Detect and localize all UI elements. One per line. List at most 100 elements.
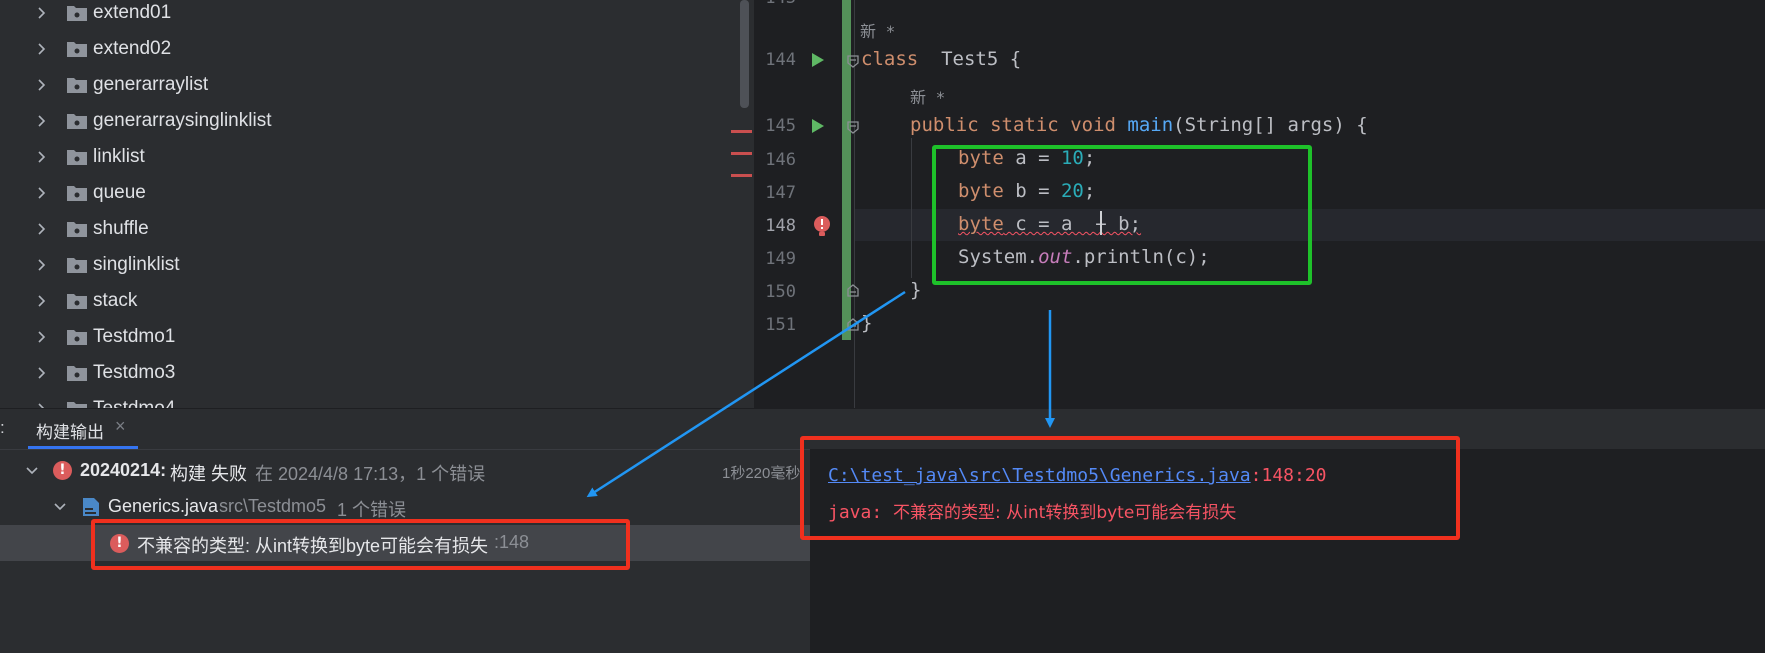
chevron-down-icon[interactable] xyxy=(52,499,68,515)
code-text: (String[] args) { xyxy=(1173,114,1368,136)
error-stripe-mark[interactable] xyxy=(731,152,752,155)
code-text: ; xyxy=(1083,147,1096,169)
tree-scrollbar[interactable] xyxy=(740,0,749,108)
error-message: 不兼容的类型: 从int转换到byte可能会有损失 xyxy=(137,536,489,556)
code-line-149: System.out.println(c); xyxy=(958,246,1210,268)
package-folder-icon xyxy=(67,402,87,408)
tree-item-shuffle[interactable]: shuffle xyxy=(0,213,740,245)
code-editor[interactable]: 143 144 145 146 147 148 149 150 151 新 * … xyxy=(754,0,1765,408)
build-detail: 在 2024/4/8 17:13，1 个错误 xyxy=(255,464,486,484)
keyword: static xyxy=(990,114,1059,136)
tree-item-generarraysinglinklist[interactable]: generarraysinglinklist xyxy=(0,105,740,137)
tree-item-extend02[interactable]: extend02 xyxy=(0,33,740,65)
fold-end-icon[interactable] xyxy=(846,284,860,298)
package-folder-icon xyxy=(67,6,87,21)
tree-item-linklist[interactable]: linklist xyxy=(0,141,740,173)
code-line-145: public static void main(String[] args) { xyxy=(910,114,1368,136)
console-line-message: java: 不兼容的类型: 从int转换到byte可能会有损失 xyxy=(828,498,1236,523)
line-number: 150 xyxy=(765,282,796,302)
java-file-icon xyxy=(83,498,99,516)
tree-item-label: Testdmo1 xyxy=(93,326,176,347)
run-class-icon[interactable] xyxy=(811,52,825,68)
error-stripe-mark[interactable] xyxy=(731,174,752,177)
new-author-hint: 新 * xyxy=(860,22,896,41)
tool-window-tabbar: : 构建输出 × xyxy=(0,409,1765,450)
tree-item-extend01[interactable]: extend01 xyxy=(0,0,740,29)
keyword: public xyxy=(910,114,979,136)
tree-item-label: Testdmo4 xyxy=(93,398,175,408)
keyword: class xyxy=(861,48,919,70)
chevron-right-icon xyxy=(38,403,45,408)
tree-item-label: linklist xyxy=(93,146,145,167)
package-folder-icon xyxy=(67,186,87,201)
tree-item-label: extend02 xyxy=(93,38,172,59)
chevron-right-icon xyxy=(38,367,46,379)
number-literal: 20 xyxy=(1060,180,1084,202)
code-text: ; xyxy=(1083,180,1096,202)
close-icon[interactable]: × xyxy=(115,416,126,437)
chevron-down-icon[interactable] xyxy=(24,463,40,479)
code-line-148-error: byte c = a + b; xyxy=(958,213,1141,235)
build-status: 构建 失败 xyxy=(170,464,248,484)
build-console[interactable]: C:\test_java\src\Testdmo5\Generics.java:… xyxy=(810,449,1765,653)
tree-item-singlinklist[interactable]: singlinklist xyxy=(0,249,740,281)
build-duration: 1秒220毫秒 xyxy=(722,465,801,482)
build-error-row[interactable]: ! 不兼容的类型: 从int转换到byte可能会有损失 :148 xyxy=(0,525,810,561)
fold-icon[interactable] xyxy=(846,54,860,68)
line-number: 145 xyxy=(765,116,796,136)
file-path-link[interactable]: C:\test_java\src\Testdmo5\Generics.java xyxy=(828,465,1251,486)
tree-item-queue[interactable]: queue xyxy=(0,177,740,209)
line-number: 144 xyxy=(765,50,796,70)
tab-build-output[interactable]: 构建输出 xyxy=(36,418,104,443)
chevron-right-icon xyxy=(38,223,46,235)
error-position: :148:20 xyxy=(1250,465,1327,486)
method-name: main xyxy=(1127,114,1174,136)
console-line-path: C:\test_java\src\Testdmo5\Generics.java:… xyxy=(828,465,1327,486)
line-number: 148 xyxy=(765,216,796,236)
build-tool-window: : 构建输出 × ! 20240214: 构建 失败 在 2024/4/8 17… xyxy=(0,408,1765,653)
code-text: Test5 { xyxy=(918,48,1022,70)
chevron-right-icon xyxy=(38,115,46,127)
file-error-count: 1 个错误 xyxy=(337,500,407,520)
build-id: 20240214: xyxy=(80,460,167,480)
tree-item-label: Testdmo3 xyxy=(93,362,176,383)
code-text: b = xyxy=(1003,180,1061,202)
chevron-right-icon xyxy=(38,295,46,307)
package-folder-icon xyxy=(67,150,87,165)
build-file-row[interactable]: Generics.java src\Testdmo5 1 个错误 xyxy=(0,489,810,525)
indent-guide xyxy=(911,138,912,278)
console-error-message: 不兼容的类型: 从int转换到byte可能会有损失 xyxy=(893,503,1237,523)
fold-end-icon[interactable] xyxy=(846,318,860,332)
line-number: 143 xyxy=(754,0,796,8)
package-folder-icon xyxy=(67,42,87,57)
tree-item-testdmo4[interactable]: Testdmo4 xyxy=(0,393,740,408)
error-stripe-mark[interactable] xyxy=(731,130,752,133)
fold-icon[interactable] xyxy=(846,120,860,134)
chevron-right-icon xyxy=(38,151,46,163)
line-number: 151 xyxy=(765,315,796,335)
tree-item-generarraylist[interactable]: generarraylist xyxy=(0,69,740,101)
run-main-icon[interactable] xyxy=(811,118,825,134)
code-line-146: byte a = 10; xyxy=(958,147,1095,169)
tree-item-label: generarraysinglinklist xyxy=(93,110,272,131)
chevron-right-icon xyxy=(38,7,46,19)
code-text: System. xyxy=(958,246,1039,268)
build-tree: ! 20240214: 构建 失败 在 2024/4/8 17:13，1 个错误… xyxy=(0,449,810,653)
code-text: .println(c); xyxy=(1072,246,1210,268)
tree-item-testdmo1[interactable]: Testdmo1 xyxy=(0,321,740,353)
error-line: :148 xyxy=(494,532,530,552)
tree-item-label: stack xyxy=(93,290,138,311)
number-literal: 10 xyxy=(1060,147,1084,169)
build-root-row[interactable]: ! 20240214: 构建 失败 在 2024/4/8 17:13，1 个错误… xyxy=(0,453,810,489)
code-line-151: } xyxy=(861,312,873,334)
chevron-right-icon xyxy=(38,187,46,199)
chevron-right-icon xyxy=(38,331,46,343)
project-tree: extend01 extend02 generarraylist generar… xyxy=(0,0,752,408)
code-text: + b; xyxy=(1095,213,1142,235)
package-folder-icon xyxy=(67,366,87,381)
error-bulb-icon[interactable] xyxy=(812,215,832,237)
tree-item-testdmo3[interactable]: Testdmo3 xyxy=(0,357,740,389)
tree-item-stack[interactable]: stack xyxy=(0,285,740,317)
chevron-right-icon xyxy=(38,43,46,55)
tree-item-label: singlinklist xyxy=(93,254,180,275)
